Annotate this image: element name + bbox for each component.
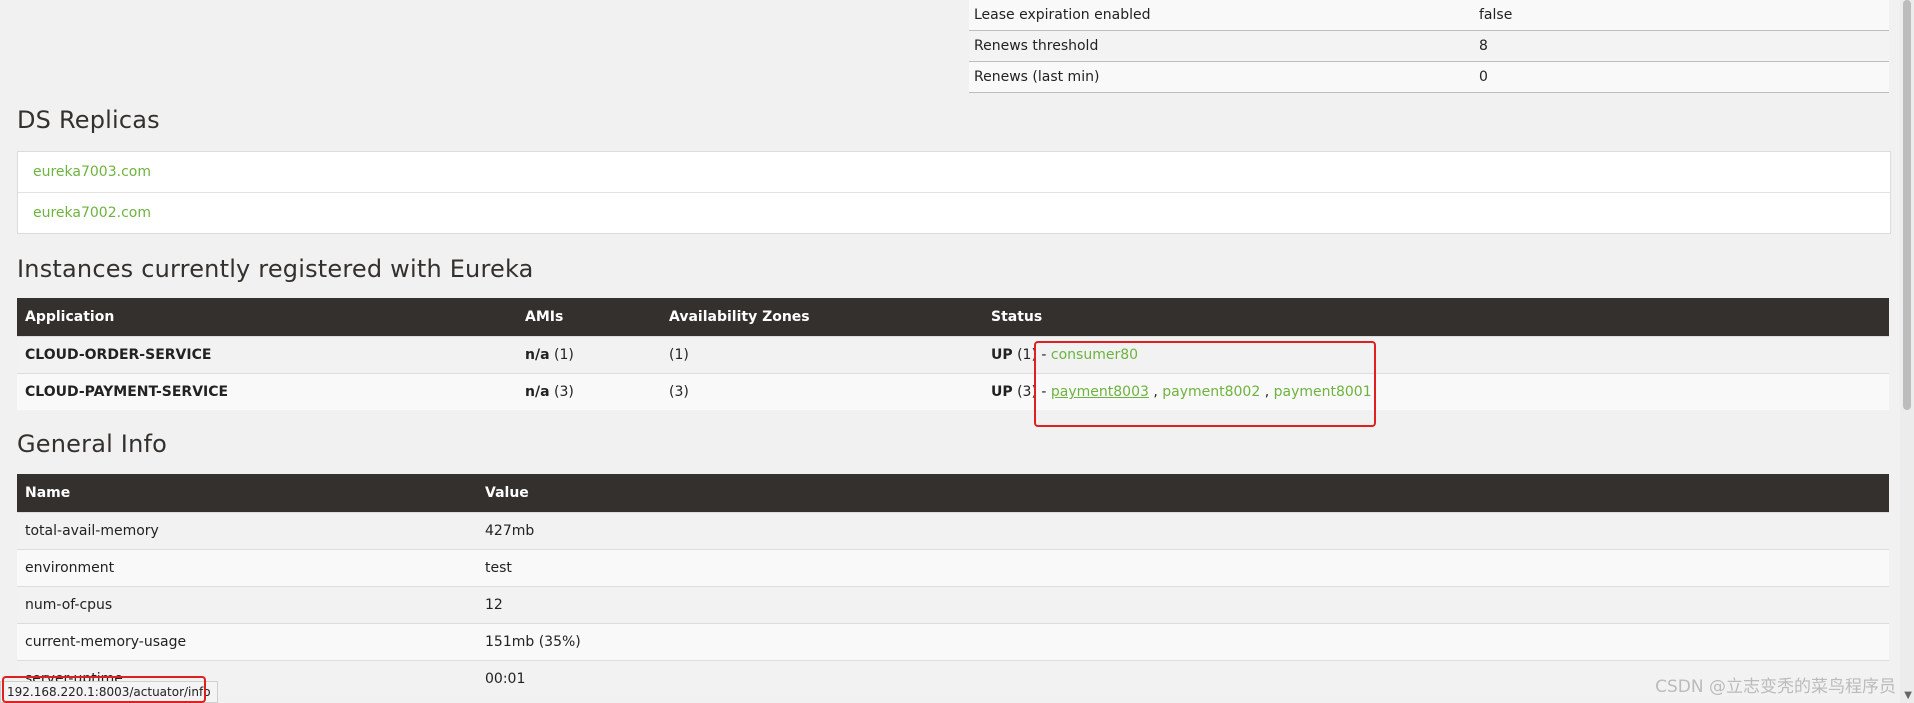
stat-name: Lease expiration enabled [969, 0, 1475, 31]
info-value: 12 [477, 586, 1889, 624]
table-row: environment test [17, 549, 1889, 587]
ami-value: n/a [525, 384, 550, 400]
info-name: environment [17, 549, 477, 587]
replica-link-eureka7003[interactable]: eureka7003.com [18, 152, 1890, 193]
instances-heading: Instances currently registered with Eure… [17, 255, 534, 283]
ds-replicas-heading: DS Replicas [17, 106, 160, 134]
status-up: UP [991, 384, 1013, 400]
info-name: current-memory-usage [17, 623, 477, 661]
csdn-watermark: CSDN @立志变秃的菜鸟程序员 [1655, 677, 1896, 697]
table-header-row: Application AMIs Availability Zones Stat… [17, 298, 1889, 337]
col-status: Status [983, 298, 1889, 337]
col-name: Name [17, 474, 477, 513]
stat-value: false [1475, 0, 1889, 31]
general-info-heading: General Info [17, 430, 168, 458]
application-name: CLOUD-PAYMENT-SERVICE [17, 373, 517, 410]
lease-stats-table: Lease expiration enabled false Renews th… [969, 0, 1889, 93]
zones-cell: (3) [661, 373, 983, 410]
info-name: num-of-cpus [17, 586, 477, 624]
info-value: 151mb (35%) [477, 623, 1889, 661]
table-row: Renews (last min) 0 [969, 61, 1889, 93]
application-name: CLOUD-ORDER-SERVICE [17, 336, 517, 374]
col-availability-zones: Availability Zones [661, 298, 983, 337]
info-name: total-avail-memory [17, 512, 477, 550]
scroll-down-arrow-icon[interactable]: ▼ [1904, 690, 1912, 701]
table-row: Lease expiration enabled false [969, 0, 1889, 31]
annotation-box-instances [1034, 341, 1376, 427]
stat-name: Renews threshold [969, 30, 1475, 62]
status-up: UP [991, 347, 1013, 363]
instances-table: Application AMIs Availability Zones Stat… [17, 298, 1889, 410]
ami-cell: n/a (1) [517, 336, 661, 374]
ami-value: n/a [525, 347, 550, 363]
info-value: 427mb [477, 512, 1889, 550]
scrollbar-thumb[interactable] [1903, 0, 1911, 410]
table-row: CLOUD-PAYMENT-SERVICE n/a (3) (3) UP (3)… [17, 373, 1889, 410]
replica-link-eureka7002[interactable]: eureka7002.com [18, 193, 1890, 233]
vertical-scrollbar[interactable]: ▼ [1900, 0, 1914, 703]
col-amis: AMIs [517, 298, 661, 337]
zones-cell: (1) [661, 336, 983, 374]
table-header-row: Name Value [17, 474, 1889, 513]
table-row: server-uptime 00:01 [17, 660, 1889, 697]
ami-cell: n/a (3) [517, 373, 661, 410]
stat-name: Renews (last min) [969, 61, 1475, 93]
ds-replicas-list: eureka7003.com eureka7002.com [17, 151, 1891, 234]
general-info-table: Name Value total-avail-memory 427mb envi… [17, 474, 1889, 697]
ami-count: (3) [553, 384, 574, 400]
table-row: total-avail-memory 427mb [17, 512, 1889, 550]
table-row: current-memory-usage 151mb (35%) [17, 623, 1889, 661]
ami-count: (1) [553, 347, 574, 363]
table-row: num-of-cpus 12 [17, 586, 1889, 624]
table-row: CLOUD-ORDER-SERVICE n/a (1) (1) UP (1) -… [17, 336, 1889, 374]
info-value: test [477, 549, 1889, 587]
stat-value: 0 [1475, 61, 1889, 93]
stat-value: 8 [1475, 30, 1889, 62]
eureka-dashboard-page: Lease expiration enabled false Renews th… [0, 0, 1914, 703]
annotation-box-statusbar [2, 676, 206, 703]
col-application: Application [17, 298, 517, 337]
table-row: Renews threshold 8 [969, 30, 1889, 62]
col-value: Value [477, 474, 1889, 513]
